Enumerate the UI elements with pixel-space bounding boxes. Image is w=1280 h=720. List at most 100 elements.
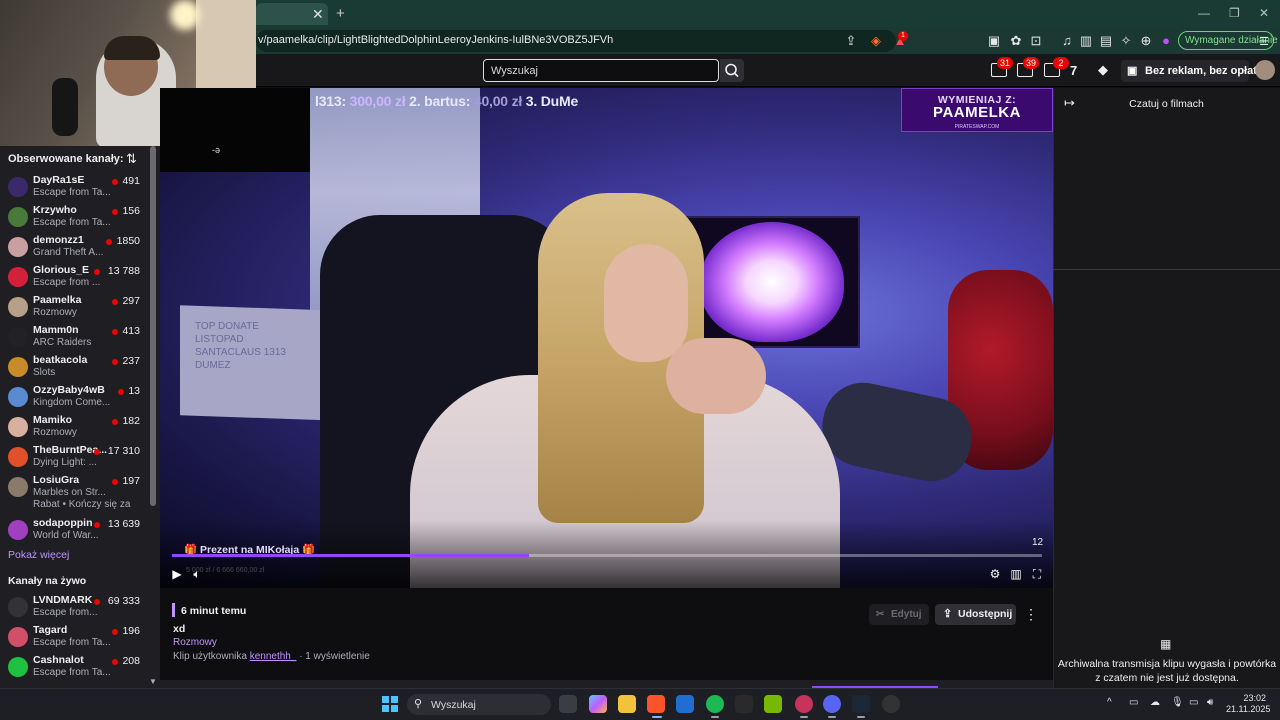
scissors-icon: ✂	[876, 609, 885, 620]
extension-icon-2[interactable]: ✿	[1008, 33, 1024, 49]
network-icon[interactable]: ▭	[1189, 697, 1198, 708]
music-icon[interactable]: ♫	[1059, 33, 1075, 49]
obs-icon[interactable]	[882, 695, 900, 713]
close-window-icon[interactable]: ✕	[1259, 6, 1269, 20]
copilot-icon[interactable]	[589, 695, 607, 713]
channel-row[interactable]: demonzz1 Grand Theft A... 1850	[0, 232, 148, 262]
search-icon	[725, 63, 739, 78]
tray-app-icon[interactable]: ▭	[1129, 697, 1138, 708]
settings-gear-icon[interactable]: ⚙	[987, 567, 1003, 581]
clip-category-link[interactable]: Rozmowy	[173, 637, 217, 648]
task-view-icon[interactable]	[559, 695, 577, 713]
clip-title: xd	[173, 623, 186, 635]
channel-game: World of War...	[33, 530, 99, 541]
channel-row[interactable]: OzzyBaby4wB Kingdom Come... 13	[0, 382, 148, 412]
taskbar-search[interactable]	[407, 694, 551, 715]
tab-close-icon[interactable]: ✕	[312, 6, 324, 23]
bits-icon[interactable]: ◆	[1098, 62, 1108, 78]
new-tab-icon[interactable]: +	[336, 5, 345, 22]
extension-icon-1[interactable]: ▣	[986, 33, 1002, 49]
channel-avatar	[8, 387, 28, 407]
nvidia-icon[interactable]	[764, 695, 782, 713]
channel-row[interactable]: TheBurntPea... Dying Light: ... 17 310	[0, 442, 148, 472]
channel-row[interactable]: Krzywho Escape from Ta... 156	[0, 202, 148, 232]
channel-name: DayRa1sE	[33, 174, 85, 186]
sidebar-toggle-icon[interactable]: ▥	[1078, 33, 1094, 49]
channel-row[interactable]: sodapoppin World of War... 13 639	[0, 515, 148, 545]
brave-alt-icon[interactable]	[795, 695, 813, 713]
profile-icon[interactable]: ●	[1158, 33, 1174, 49]
live-dot-icon	[112, 359, 118, 365]
video-black-overlay	[160, 88, 310, 172]
start-button[interactable]	[382, 696, 398, 712]
channel-row[interactable]: beatkacola Slots 237	[0, 352, 148, 382]
leo-ai-icon[interactable]: ✧	[1118, 33, 1134, 49]
viewer-count: 13 788	[107, 265, 140, 277]
donor-3-name: 3. DuMe	[525, 93, 579, 109]
sidebar-scrollbar[interactable]	[150, 146, 156, 506]
edit-clip-button[interactable]: ✂ Edytuj	[869, 604, 929, 625]
live-dot-icon	[94, 522, 100, 528]
channel-game: ARC Raiders	[33, 337, 92, 348]
show-more-link[interactable]: Pokaż więcej	[8, 549, 69, 561]
live-dot-icon	[112, 629, 118, 635]
user-avatar[interactable]	[1255, 60, 1275, 80]
file-explorer-icon[interactable]	[618, 695, 636, 713]
viewer-count: 182	[122, 415, 140, 427]
extension-icon-3[interactable]: ⊡	[1028, 33, 1044, 49]
maximize-icon[interactable]: ❐	[1229, 6, 1240, 20]
minimize-icon[interactable]: —	[1198, 6, 1210, 20]
steam-icon[interactable]	[852, 695, 870, 713]
share-label: Udostępnij	[958, 608, 1013, 620]
volume-icon[interactable]: 🔈︎	[189, 567, 205, 581]
url-text[interactable]: v/paamelka/clip/LightBlightedDolphinLeer…	[258, 34, 613, 46]
clip-author-link[interactable]: kennethh_	[250, 651, 297, 662]
channel-row[interactable]: DayRa1sE Escape from Ta... 491	[0, 172, 148, 202]
theatre-mode-icon[interactable]: ▥	[1008, 567, 1024, 581]
channel-row[interactable]: Glorious_E Escape from ... 13 788	[0, 262, 148, 292]
spotify-icon[interactable]	[706, 695, 724, 713]
channel-row[interactable]: Cashnalot Escape from Ta... 208	[0, 652, 148, 682]
clip-accent-bar	[172, 603, 175, 617]
tray-overflow-icon[interactable]: ^	[1107, 697, 1112, 708]
share-button[interactable]: ⇪ Udostępnij	[935, 604, 1016, 625]
store-icon[interactable]	[676, 695, 694, 713]
channel-avatar	[8, 520, 28, 540]
channel-game: Escape from Ta...	[33, 187, 111, 198]
play-icon[interactable]: ▶	[169, 567, 185, 581]
discord-running-indicator	[828, 716, 836, 718]
sort-icon[interactable]: ⇅	[126, 151, 137, 167]
brave-shield-icon[interactable]: ◈	[868, 33, 884, 49]
channel-avatar	[8, 237, 28, 257]
wallet-icon[interactable]: ▤	[1098, 33, 1114, 49]
brave-browser-icon[interactable]	[647, 695, 665, 713]
search-button[interactable]	[720, 59, 744, 82]
tray-cloud-icon[interactable]: ☁	[1150, 697, 1160, 708]
channel-name: beatkacola	[33, 354, 88, 366]
terminal-icon[interactable]	[735, 695, 753, 713]
speaker-icon[interactable]: 🔊︎	[1207, 697, 1213, 708]
channel-row[interactable]: LosiuGra Marbles on Str... 197 Rabat • Końc…	[0, 472, 148, 510]
microphone-icon[interactable]: 🎙︎	[1171, 697, 1184, 708]
taskbar-clock[interactable]: 23:02 21.11.2025	[1226, 693, 1270, 715]
ad-free-button[interactable]: ▣ Bez reklam, bez opłat	[1121, 60, 1257, 82]
channel-row[interactable]: Tagard Escape from Ta... 196	[0, 622, 148, 652]
fullscreen-icon[interactable]: ⛶	[1029, 567, 1045, 581]
live-dot-icon	[118, 389, 124, 395]
more-options-icon[interactable]: ⋮	[1024, 606, 1038, 623]
scroll-down-icon[interactable]: ▼	[149, 677, 157, 686]
required-action-button[interactable]: Wymagane działanie ☰	[1178, 31, 1278, 50]
channel-row[interactable]: Mamiko Rozmowy 182	[0, 412, 148, 442]
channel-row[interactable]: Mamm0n ARC Raiders 413	[0, 322, 148, 352]
donor-2-name: 2. bartus:	[409, 93, 471, 109]
chat-title: Czatuj o filmach	[1129, 98, 1204, 110]
channel-row[interactable]: Paamelka Rozmowy 297	[0, 292, 148, 322]
seventv-icon[interactable]: 7	[1070, 63, 1077, 78]
channel-row[interactable]: LVNDMARK Escape from... 69 333	[0, 592, 148, 622]
rewards-badge: 1	[898, 31, 908, 41]
vpn-icon[interactable]: ⊕	[1138, 33, 1154, 49]
discord-icon[interactable]	[823, 695, 841, 713]
clip-info-panel	[160, 588, 1053, 688]
overlay-glyph: -ə	[212, 145, 221, 155]
share-page-icon[interactable]: ⇪	[843, 33, 859, 49]
